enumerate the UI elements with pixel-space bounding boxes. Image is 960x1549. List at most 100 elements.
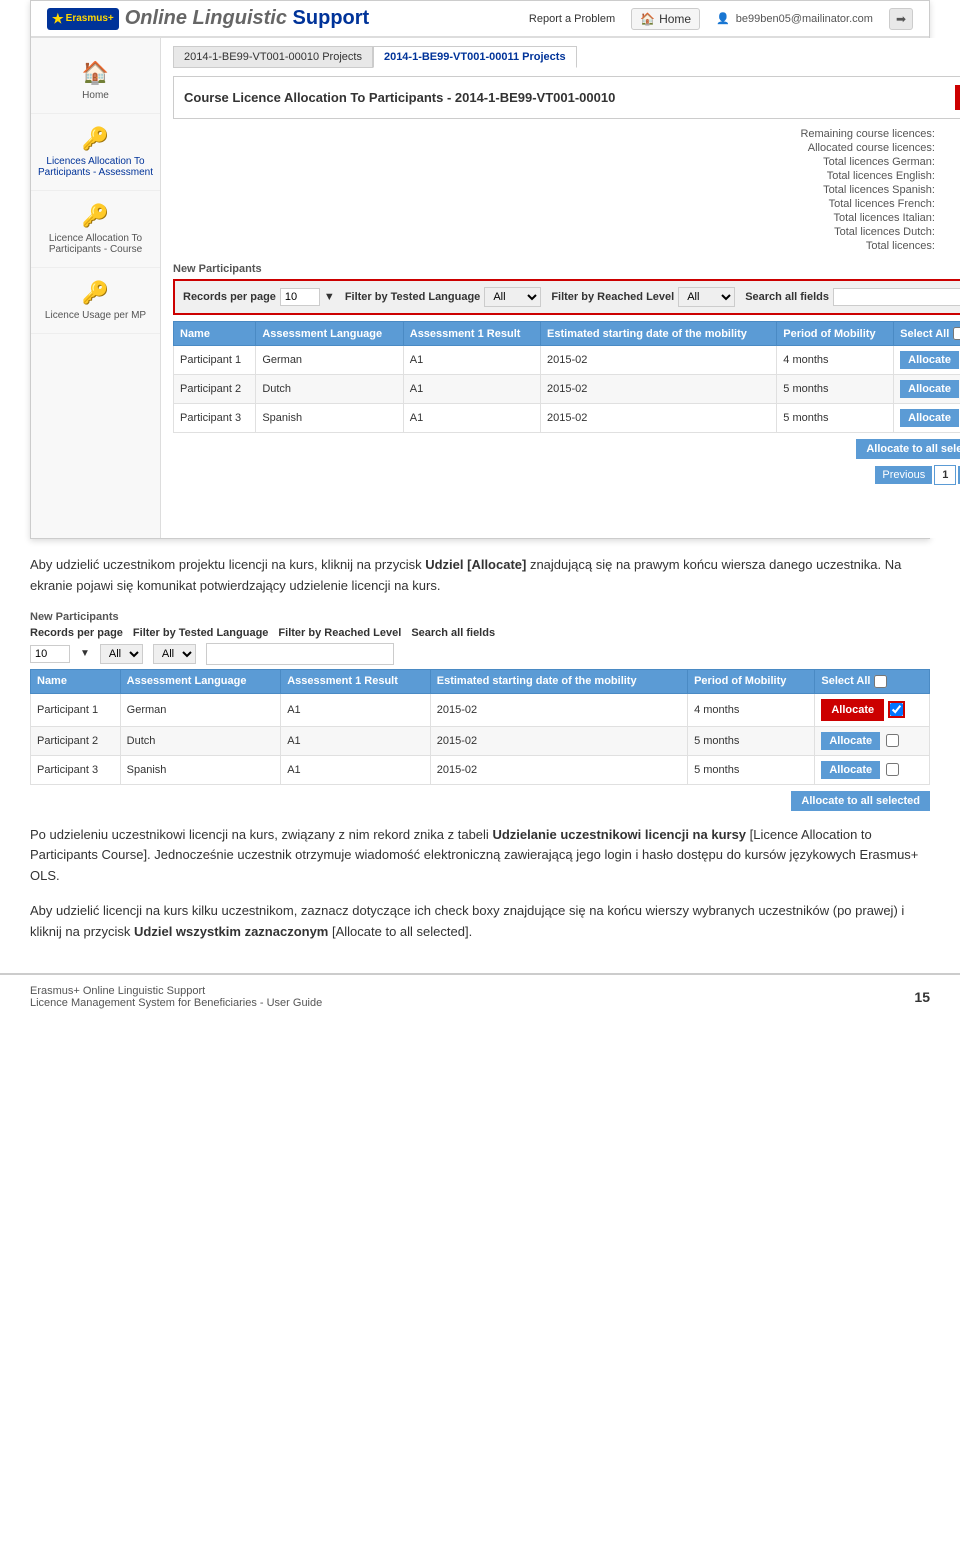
bottom-reached-level-select[interactable]: All	[153, 644, 196, 664]
app-header: ★ Erasmus+ Online Linguistic Support Rep…	[31, 1, 929, 38]
row2-checkbox-1[interactable]	[890, 703, 903, 716]
key-icon-3: 🔑	[82, 280, 109, 306]
col2-select-all[interactable]: Select All	[815, 669, 930, 693]
content-area: 2014-1-BE99-VT001-00010 Projects 2014-1-…	[161, 38, 960, 538]
bottom-records-label: Records per page	[30, 627, 123, 639]
user-info: 👤 be99ben05@mailinator.com	[716, 12, 873, 25]
col-period: Period of Mobility	[777, 322, 894, 346]
home-icon: 🏠	[640, 12, 655, 26]
cell2-name: Participant 2	[31, 726, 121, 755]
cell2-allocate: Allocate	[815, 693, 930, 726]
bottom-records-dropdown[interactable]: ▼	[80, 648, 90, 659]
stat-row-2: Total licences German: 0	[413, 155, 960, 169]
bottom-reached-level-group: Filter by Reached Level	[278, 627, 401, 639]
cell-name: Participant 1	[174, 346, 256, 375]
sidebar-item-licences-course[interactable]: 🔑 Licence Allocation To Participants - C…	[31, 191, 160, 268]
cell2-date: 2015-02	[430, 726, 687, 755]
bottom-records-input[interactable]	[30, 645, 70, 663]
reached-level-label: Filter by Reached Level	[551, 291, 674, 303]
allocate-button-3b[interactable]: Allocate	[821, 761, 880, 779]
allocate-button-highlighted[interactable]: Allocate	[821, 699, 884, 721]
previous-button[interactable]: Previous	[875, 466, 932, 484]
stat-row-3: Total licences English: 1	[413, 169, 960, 183]
allocate-button-3[interactable]: Allocate	[900, 409, 959, 427]
footer: Erasmus+ Online Linguistic Support Licen…	[0, 975, 960, 1019]
footer-page-number: 15	[914, 989, 930, 1005]
table-row: Participant 1 German A1 2015-02 4 months…	[174, 346, 960, 375]
bottom-tested-lang-group: Filter by Tested Language	[133, 627, 269, 639]
cell2-allocate: Allocate	[815, 755, 930, 784]
cell2-allocate: Allocate	[815, 726, 930, 755]
table-row: Participant 2 Dutch A1 2015-02 5 months …	[31, 726, 930, 755]
records-per-page-input[interactable]	[280, 288, 320, 306]
records-per-page-label: Records per page	[183, 291, 276, 303]
filter-row: Records per page ▼ Filter by Tested Lang…	[183, 287, 960, 307]
allocate-button-2b[interactable]: Allocate	[821, 732, 880, 750]
allocate-all-row-2: Allocate to all selected	[30, 791, 930, 811]
body-paragraph-1: Aby udzielić uczestnikom projektu licenc…	[0, 555, 960, 597]
stat-row-0: Remaining course licences: 19	[413, 127, 960, 141]
cell2-period: 5 months	[688, 755, 815, 784]
sidebar-item-licences-assessment[interactable]: 🔑 Licences Allocation To Participants - …	[31, 114, 160, 191]
sidebar-item-licence-usage[interactable]: 🔑 Licence Usage per MP	[31, 268, 160, 334]
search-label: Search all fields	[745, 291, 829, 303]
reached-level-select[interactable]: All	[678, 287, 735, 307]
select-all-checkbox-2[interactable]	[874, 675, 887, 688]
breadcrumb-tab-2[interactable]: 2014-1-BE99-VT001-00011 Projects	[373, 46, 577, 68]
cell-date: 2015-02	[541, 346, 777, 375]
cell-language: Spanish	[256, 404, 403, 433]
logout-button[interactable]: ➡	[889, 8, 913, 30]
breadcrumb-tab-1[interactable]: 2014-1-BE99-VT001-00010 Projects	[173, 46, 373, 68]
app-title: Online Linguistic Support	[125, 7, 369, 30]
second-participants-table: Name Assessment Language Assessment 1 Re…	[30, 669, 930, 785]
body-paragraph-3: Aby udzielić licencji na kurs kilku ucze…	[0, 901, 960, 943]
records-dropdown-icon[interactable]: ▼	[324, 291, 335, 303]
cell2-date: 2015-02	[430, 693, 687, 726]
key-icon-2: 🔑	[82, 203, 109, 229]
row2-checkbox-2[interactable]	[886, 734, 899, 747]
records-per-page-group: Records per page ▼	[183, 288, 335, 306]
sidebar-item-home[interactable]: 🏠 Home	[31, 48, 160, 114]
bottom-search-label: Search all fields	[411, 627, 495, 639]
filter-section: Records per page ▼ Filter by Tested Lang…	[173, 279, 960, 315]
cell-date: 2015-02	[541, 375, 777, 404]
cell-period: 4 months	[777, 346, 894, 375]
bottom-tested-lang-select[interactable]: All	[100, 644, 143, 664]
allocate-all-button-2[interactable]: Allocate to all selected	[791, 791, 930, 811]
row2-checkbox-3[interactable]	[886, 763, 899, 776]
allocate-button-2[interactable]: Allocate	[900, 380, 959, 398]
select-all-checkbox[interactable]	[953, 327, 960, 340]
allocate-all-button[interactable]: Allocate to all selected	[856, 439, 960, 459]
stat-row-7: Total licences Dutch: 0	[413, 225, 960, 239]
cell-allocate: Allocate	[894, 346, 960, 375]
calendar-button[interactable]: 📅	[955, 85, 960, 110]
tested-language-group: Filter by Tested Language All	[345, 287, 542, 307]
footer-text: Erasmus+ Online Linguistic Support Licen…	[30, 985, 322, 1009]
allocate-all-row: Allocate to all selected	[173, 439, 960, 459]
home-button[interactable]: 🏠 Home	[631, 8, 700, 30]
cell2-period: 5 months	[688, 726, 815, 755]
bottom-search-input[interactable]	[206, 643, 394, 665]
report-problem-link[interactable]: Report a Problem	[529, 13, 615, 25]
col2-period: Period of Mobility	[688, 669, 815, 693]
logo-area: ★ Erasmus+ Online Linguistic Support	[47, 7, 369, 30]
col-select-all[interactable]: Select All	[894, 322, 960, 346]
cell-language: German	[256, 346, 403, 375]
participants-table: Name Assessment Language Assessment 1 Re…	[173, 321, 960, 433]
search-input[interactable]	[833, 288, 960, 306]
cell-result: A1	[403, 346, 540, 375]
table-header-row: Name Assessment Language Assessment 1 Re…	[174, 322, 960, 346]
tested-language-select[interactable]: All	[484, 287, 541, 307]
erasmus-logo: ★ Erasmus+	[47, 8, 119, 30]
table-row: Participant 3 Spanish A1 2015-02 5 month…	[31, 755, 930, 784]
stats-section: Remaining course licences: 19 Allocated …	[413, 127, 960, 253]
home-icon: 🏠	[82, 60, 109, 86]
breadcrumb: 2014-1-BE99-VT001-00010 Projects 2014-1-…	[173, 46, 960, 68]
bottom-tested-lang-label: Filter by Tested Language	[133, 627, 269, 639]
cell-result: A1	[403, 375, 540, 404]
allocate-button-1[interactable]: Allocate	[900, 351, 959, 369]
table-row: Participant 2 Dutch A1 2015-02 5 months …	[174, 375, 960, 404]
search-group: Search all fields	[745, 288, 960, 306]
cell2-date: 2015-02	[430, 755, 687, 784]
cell2-result: A1	[281, 726, 431, 755]
